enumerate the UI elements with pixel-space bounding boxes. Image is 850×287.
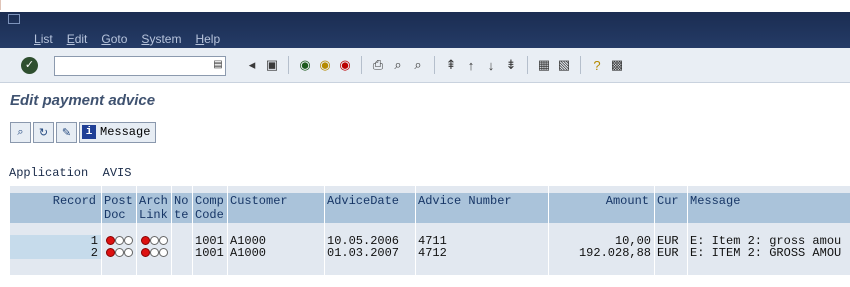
column-note: No te — [172, 186, 193, 275]
column-amount: Amount 10,00 192.028,88 — [549, 186, 655, 275]
column-advice-number: Advice Number 4711 4712 — [416, 186, 549, 275]
off-light-icon — [150, 236, 159, 245]
cell-customer[interactable]: A1000 — [228, 247, 324, 259]
column-customer: Customer A1000 A1000 — [228, 186, 325, 275]
column-header-note[interactable]: No te — [172, 193, 192, 223]
cell-note[interactable] — [172, 247, 192, 259]
advice-table: Record 1 2 Post Doc Arch Link No te Comp… — [10, 186, 850, 275]
arch-link-status-lights — [137, 247, 171, 259]
menu-system[interactable]: System — [141, 32, 181, 46]
menu-items: List Edit Goto System Help — [34, 32, 220, 46]
column-header-customer[interactable]: Customer — [228, 193, 324, 223]
next-page-icon[interactable]: ↓ — [483, 57, 499, 73]
red-light-icon — [141, 236, 150, 245]
cell-advice-date[interactable]: 01.03.2007 — [325, 247, 415, 259]
column-advice-date: AdviceDate 10.05.2006 01.03.2007 — [325, 186, 416, 275]
column-record: Record 1 2 — [10, 186, 102, 275]
cell-record[interactable]: 2 — [10, 247, 101, 259]
find-next-icon[interactable]: ⌕ — [410, 57, 426, 73]
first-page-icon[interactable]: ⇞ — [443, 57, 459, 73]
cell-advice-number[interactable]: 4712 — [416, 247, 548, 259]
print-icon[interactable]: ⎙ — [370, 57, 386, 73]
toolbar-icons: ◂ ▣ ◉ ◉ ◉ ⎙ ⌕ ⌕ ⇞ ↑ ↓ ⇟ ▦ ▧ ? ▩ — [244, 56, 625, 74]
toolbar-separator — [527, 56, 528, 74]
column-header-advice-date[interactable]: AdviceDate — [325, 193, 415, 223]
off-light-icon — [159, 236, 168, 245]
enter-check-icon[interactable]: ✓ — [21, 57, 38, 74]
application-value: AVIS — [102, 166, 132, 180]
menu-list[interactable]: List — [34, 32, 53, 46]
post-doc-status-lights — [102, 247, 136, 259]
nav-back-arrow-icon[interactable]: ◂ — [244, 57, 260, 73]
column-header-currency[interactable]: Cur — [655, 193, 687, 223]
message-button[interactable]: i Message — [79, 121, 157, 143]
red-light-icon — [141, 248, 150, 257]
column-arch-link: Arch Link — [137, 186, 172, 275]
column-header-record[interactable]: Record — [10, 193, 101, 223]
red-light-icon — [106, 236, 115, 245]
page-title: Edit payment advice — [10, 92, 156, 109]
toolbar-separator — [434, 56, 435, 74]
red-light-icon — [106, 248, 115, 257]
cell-amount[interactable]: 192.028,88 — [549, 247, 654, 259]
arch-link-status-lights — [137, 235, 171, 247]
cell-record[interactable]: 1 — [10, 235, 101, 247]
column-currency: Cur EUR EUR — [655, 186, 688, 275]
display-icon[interactable]: ⌕ — [10, 121, 31, 143]
toolbar-separator — [580, 56, 581, 74]
create-session-icon[interactable]: ▦ — [536, 57, 552, 73]
cell-currency[interactable]: EUR — [655, 247, 687, 259]
last-page-icon[interactable]: ⇟ — [503, 57, 519, 73]
application-line: Application AVIS — [9, 166, 131, 180]
cell-note[interactable] — [172, 235, 192, 247]
refresh-icon[interactable]: ↻ — [33, 121, 54, 143]
edit-pencil-icon[interactable]: ✎ — [56, 121, 77, 143]
layout-menu-icon[interactable]: ▩ — [609, 57, 625, 73]
column-header-message[interactable]: Message — [688, 193, 850, 223]
column-message: Message E: Item 2: gross amou E: ITEM 2:… — [688, 186, 850, 275]
column-header-arch-link[interactable]: Arch Link — [137, 193, 171, 223]
menu-help[interactable]: Help — [195, 32, 220, 46]
off-light-icon — [115, 236, 124, 245]
off-light-icon — [150, 248, 159, 257]
application-toolbar: ⌕ ↻ ✎ i Message — [10, 121, 157, 143]
back-icon[interactable]: ◉ — [297, 57, 313, 73]
previous-page-icon[interactable]: ↑ — [463, 57, 479, 73]
column-post-doc: Post Doc — [102, 186, 137, 275]
off-light-icon — [159, 248, 168, 257]
command-field[interactable]: ▤ — [54, 56, 226, 76]
off-light-icon — [124, 236, 133, 245]
message-button-label: Message — [100, 125, 151, 139]
toolbar-separator — [288, 56, 289, 74]
off-light-icon — [124, 248, 133, 257]
column-header-advice-number[interactable]: Advice Number — [416, 193, 548, 223]
column-header-post-doc[interactable]: Post Doc — [102, 193, 136, 223]
window-frame-line — [0, 0, 850, 10]
toolbar-separator — [361, 56, 362, 74]
off-light-icon — [115, 248, 124, 257]
standard-toolbar: ✓ ▤ ◂ ▣ ◉ ◉ ◉ ⎙ ⌕ ⌕ ⇞ ↑ ↓ ⇟ ▦ ▧ ? ▩ — [0, 48, 850, 83]
cell-comp-code[interactable]: 1001 — [193, 247, 227, 259]
column-comp-code: Comp Code 1001 1001 — [193, 186, 228, 275]
system-menu-icon[interactable] — [8, 14, 20, 24]
shortcut-icon[interactable]: ▧ — [556, 57, 572, 73]
cell-message[interactable]: E: ITEM 2: GROSS AMOU — [688, 247, 850, 259]
menu-bar: List Edit Goto System Help — [0, 12, 850, 48]
menu-goto[interactable]: Goto — [101, 32, 127, 46]
help-icon[interactable]: ? — [589, 57, 605, 73]
command-history-icon[interactable]: ▤ — [213, 59, 223, 71]
menu-edit[interactable]: Edit — [67, 32, 88, 46]
application-label: Application — [9, 166, 89, 180]
exit-icon[interactable]: ◉ — [317, 57, 333, 73]
column-header-comp-code[interactable]: Comp Code — [193, 193, 227, 223]
post-doc-status-lights — [102, 235, 136, 247]
find-icon[interactable]: ⌕ — [390, 57, 406, 73]
info-icon: i — [82, 125, 96, 139]
column-header-amount[interactable]: Amount — [549, 193, 654, 223]
save-icon[interactable]: ▣ — [264, 57, 280, 73]
cancel-icon[interactable]: ◉ — [337, 57, 353, 73]
